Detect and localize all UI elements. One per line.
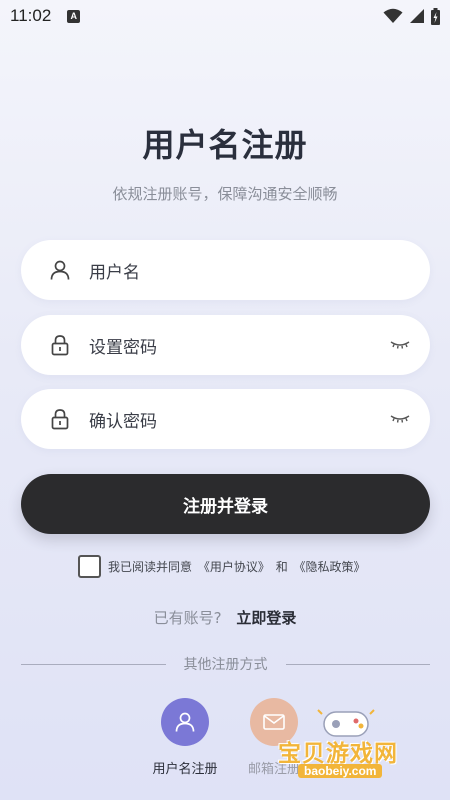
privacy-policy-link[interactable]: 《隐私政策》 bbox=[294, 560, 366, 574]
agreement-checkbox[interactable] bbox=[78, 555, 101, 578]
username-input[interactable]: 用户名 bbox=[21, 240, 430, 300]
signal-icon bbox=[410, 9, 424, 23]
watermark-text: 宝贝游戏网 bbox=[278, 741, 398, 767]
eye-closed-icon[interactable] bbox=[388, 338, 412, 352]
alt-methods-title: 其他注册方式 bbox=[183, 657, 268, 673]
agreement-row: 我已阅读并同意 《用户协议》 和 《隐私政策》 bbox=[78, 555, 367, 578]
agreement-text: 我已阅读并同意 《用户协议》 和 《隐私政策》 bbox=[107, 558, 367, 575]
status-bar: 11:02 A bbox=[0, 0, 450, 32]
lock-icon bbox=[49, 334, 71, 356]
username-register-label: 用户名注册 bbox=[152, 762, 218, 777]
divider-line-right bbox=[285, 663, 430, 665]
password-placeholder: 设置密码 bbox=[89, 337, 157, 358]
user-agreement-link[interactable]: 《用户协议》 bbox=[198, 560, 270, 574]
alt-methods-divider: 其他注册方式 bbox=[21, 654, 430, 674]
username-placeholder: 用户名 bbox=[89, 262, 140, 283]
user-icon bbox=[161, 698, 209, 746]
watermark-url: baobeiy.com bbox=[298, 764, 383, 778]
divider-line-left bbox=[21, 663, 166, 665]
wifi-icon bbox=[383, 8, 403, 23]
page-title: 用户名注册 bbox=[142, 126, 308, 164]
login-link[interactable]: 立即登录 bbox=[236, 609, 296, 627]
status-time: 11:02 bbox=[10, 6, 52, 25]
watermark: 宝贝游戏网 baobeiy.com bbox=[278, 706, 423, 786]
confirm-password-placeholder: 确认密码 bbox=[89, 411, 157, 432]
agreement-prefix: 我已阅读并同意 bbox=[108, 560, 193, 574]
agreement-and: 和 bbox=[275, 560, 288, 574]
lock-icon bbox=[49, 408, 71, 430]
login-prompt: 已有账号? 立即登录 bbox=[0, 607, 450, 628]
battery-icon bbox=[431, 7, 440, 25]
password-input[interactable]: 设置密码 bbox=[21, 315, 430, 375]
notification-a-icon: A bbox=[67, 9, 81, 23]
user-icon bbox=[49, 259, 71, 281]
username-register-option[interactable]: 用户名注册 bbox=[135, 698, 235, 777]
status-icons bbox=[383, 7, 440, 25]
login-question: 已有账号? bbox=[153, 609, 222, 627]
confirm-password-input[interactable]: 确认密码 bbox=[21, 389, 430, 449]
register-and-login-button[interactable]: 注册并登录 bbox=[21, 474, 430, 534]
eye-closed-icon[interactable] bbox=[388, 412, 412, 426]
page-subtitle: 依规注册账号，保障沟通安全顺畅 bbox=[112, 185, 338, 203]
